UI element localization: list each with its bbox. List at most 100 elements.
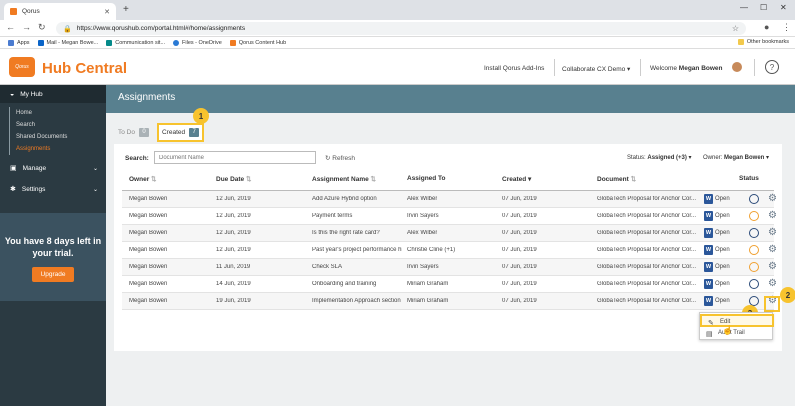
table-row[interactable]: Megan Bowen 11 Jun, 2019 Check SLA Irvin Sa… xyxy=(122,259,777,276)
table-row[interactable]: Megan Bowen 12 Jun, 2019 Past year's proje… xyxy=(122,242,777,259)
open-link[interactable]: Open xyxy=(715,196,730,202)
gear-icon[interactable]: ⚙ xyxy=(768,244,777,255)
open-link[interactable]: Open xyxy=(715,264,730,270)
menu-dots-icon[interactable]: ⋮ xyxy=(782,22,791,33)
workspace-label: Collaborate CX Demo xyxy=(562,66,626,73)
close-window-icon[interactable]: ✕ xyxy=(780,3,787,12)
cell-assigned-to: Miriam Graham xyxy=(407,281,449,287)
profile-icon[interactable]: ● xyxy=(764,22,769,32)
browser-tab[interactable]: Qorus ✕ xyxy=(4,3,116,20)
open-link[interactable]: Open xyxy=(715,247,730,253)
chevron-down-icon: ▾ xyxy=(627,66,631,73)
table-row[interactable]: Megan Bowen 14 Jun, 2019 Onboarding and tr… xyxy=(122,276,777,293)
gear-icon[interactable]: ⚙ xyxy=(768,261,777,272)
cell-owner: Megan Bowen xyxy=(129,213,168,219)
bookmark-onedrive[interactable]: Files - OneDrive xyxy=(173,39,222,46)
chevron-down-icon: ▾ xyxy=(688,155,692,161)
bookmark-label: Mail - Megan Bowe... xyxy=(46,39,99,46)
sidebar-item-label: Settings xyxy=(21,185,46,193)
count-badge: 7 xyxy=(189,128,200,137)
trial-text: You have 8 days left in your trial. xyxy=(4,236,102,258)
minimize-icon[interactable]: — xyxy=(740,3,748,12)
open-link[interactable]: Open xyxy=(715,281,730,287)
cell-owner: Megan Bowen xyxy=(129,247,168,253)
column-header-created[interactable]: Created ▾ xyxy=(502,175,531,183)
refresh-button[interactable]: ↻ Refresh xyxy=(325,154,355,162)
workspace-dropdown[interactable]: Collaborate CX Demo ▾ xyxy=(562,65,630,73)
gear-icon[interactable]: ⚙ xyxy=(768,210,777,221)
sidebar: ◒ My Hub Home Search Shared Documents Ass… xyxy=(0,85,106,406)
cell-document[interactable]: GlobaTech Proposal for Anchor Cor... xyxy=(597,213,701,219)
chevron-down-icon: ⌄ xyxy=(92,165,98,172)
table-row[interactable]: Megan Bowen 12 Jun, 2019 Add Azure Hybrid … xyxy=(122,191,777,208)
menu-item-audit-trail[interactable]: ▤ Audit Trail xyxy=(700,327,774,340)
cell-assigned-to: Irvin Sayers xyxy=(407,213,439,219)
gear-icon[interactable]: ⚙ xyxy=(768,227,777,238)
column-header-assignment-name[interactable]: Assignment Name ⇅ xyxy=(312,175,376,183)
cell-document[interactable]: GlobaTech Proposal for Anchor Cor... xyxy=(597,230,701,236)
bookmark-qorus[interactable]: Qorus Content Hub xyxy=(229,39,286,46)
avatar[interactable] xyxy=(732,62,742,72)
gear-highlight xyxy=(764,296,780,312)
bookmark-star-icon[interactable]: ☆ xyxy=(732,24,739,33)
column-header-document[interactable]: Document ⇅ xyxy=(597,175,636,183)
bookmark-mail[interactable]: Mail - Megan Bowe... xyxy=(37,39,99,46)
cell-assignment-name: Is this the right rate card? xyxy=(312,230,380,236)
word-doc-icon: W xyxy=(704,211,713,221)
column-header-assigned-to[interactable]: Assigned To xyxy=(407,175,446,182)
cell-document[interactable]: GlobaTech Proposal for Anchor Cor... xyxy=(597,264,701,270)
tab-created[interactable]: Created 7 xyxy=(156,123,205,142)
user-name: Megan Bowen xyxy=(678,65,723,72)
new-tab-icon[interactable]: + xyxy=(123,4,129,15)
install-addins-link[interactable]: Install Qorus Add-Ins xyxy=(484,65,544,72)
welcome-text[interactable]: Welcome Megan Bowen xyxy=(650,65,723,72)
search-input[interactable] xyxy=(154,151,316,164)
filter-label: Status: xyxy=(627,155,646,161)
column-header-owner[interactable]: Owner ⇅ xyxy=(129,175,157,183)
url-field[interactable]: 🔒 https://www.qorushub.com/portal.html#/… xyxy=(56,22,746,35)
column-header-due-date[interactable]: Due Date ⇅ xyxy=(216,175,251,183)
gear-icon[interactable]: ⚙ xyxy=(768,193,777,204)
reload-icon[interactable]: ↻ xyxy=(38,22,46,33)
sidebar-item-search[interactable]: Search xyxy=(9,119,35,131)
other-bookmarks[interactable]: Other bookmarks xyxy=(737,39,789,45)
cell-document[interactable]: GlobaTech Proposal for Anchor Cor... xyxy=(597,298,701,304)
filter-value: Megan Bowen xyxy=(724,155,765,161)
open-link[interactable]: Open xyxy=(715,213,730,219)
menu-item-edit[interactable]: ✎ Edit xyxy=(700,314,774,327)
status-filter[interactable]: Status: Assigned (+3) ▾ xyxy=(627,154,692,161)
table-row[interactable]: Megan Bowen 12 Jun, 2019 Is this the right… xyxy=(122,225,777,242)
cell-document[interactable]: GlobaTech Proposal for Anchor Cor... xyxy=(597,196,701,202)
help-icon[interactable]: ? xyxy=(765,60,779,74)
cell-due-date: 12 Jun, 2019 xyxy=(216,196,251,202)
maximize-icon[interactable]: ☐ xyxy=(760,3,767,12)
upgrade-button[interactable]: Upgrade xyxy=(31,267,75,282)
sidebar-item-settings[interactable]: ✱ Settings ⌄ xyxy=(0,180,106,198)
table-row[interactable]: Megan Bowen 12 Jun, 2019 Payment terms Irvi… xyxy=(122,208,777,225)
gear-icon[interactable]: ⚙ xyxy=(768,278,777,289)
status-clock-icon xyxy=(749,262,759,272)
sort-icon: ⇅ xyxy=(246,176,252,183)
sidebar-item-home[interactable]: Home xyxy=(9,107,32,119)
bookmark-apps[interactable]: Apps xyxy=(8,39,30,46)
close-tab-icon[interactable]: ✕ xyxy=(104,8,110,16)
cell-assigned-to: Alex Wilber xyxy=(407,230,438,236)
owner-filter[interactable]: Owner: Megan Bowen ▾ xyxy=(703,154,769,161)
sidebar-item-shared-documents[interactable]: Shared Documents xyxy=(9,131,67,143)
back-icon[interactable]: ← xyxy=(6,22,15,32)
bookmark-communication[interactable]: Communication sit... xyxy=(106,39,165,46)
divider xyxy=(754,59,755,76)
tab-label: To Do xyxy=(118,129,135,136)
table-row[interactable]: Megan Bowen 19 Jun, 2019 Implementation Ap… xyxy=(122,293,777,310)
cell-assigned-to: Miriam Graham xyxy=(407,298,449,304)
open-link[interactable]: Open xyxy=(715,298,730,304)
cell-due-date: 12 Jun, 2019 xyxy=(216,230,251,236)
open-link[interactable]: Open xyxy=(715,230,730,236)
forward-icon[interactable]: → xyxy=(22,22,31,32)
cell-document[interactable]: GlobaTech Proposal for Anchor Cor... xyxy=(597,247,701,253)
cell-document[interactable]: GlobaTech Proposal for Anchor Cor... xyxy=(597,281,701,287)
tab-todo[interactable]: To Do 0 xyxy=(118,128,149,137)
sidebar-item-manage[interactable]: ▣ Manage ⌄ xyxy=(0,159,106,177)
sidebar-item-assignments[interactable]: Assignments xyxy=(9,143,50,155)
sidebar-item-my-hub[interactable]: ◒ My Hub xyxy=(0,85,106,103)
